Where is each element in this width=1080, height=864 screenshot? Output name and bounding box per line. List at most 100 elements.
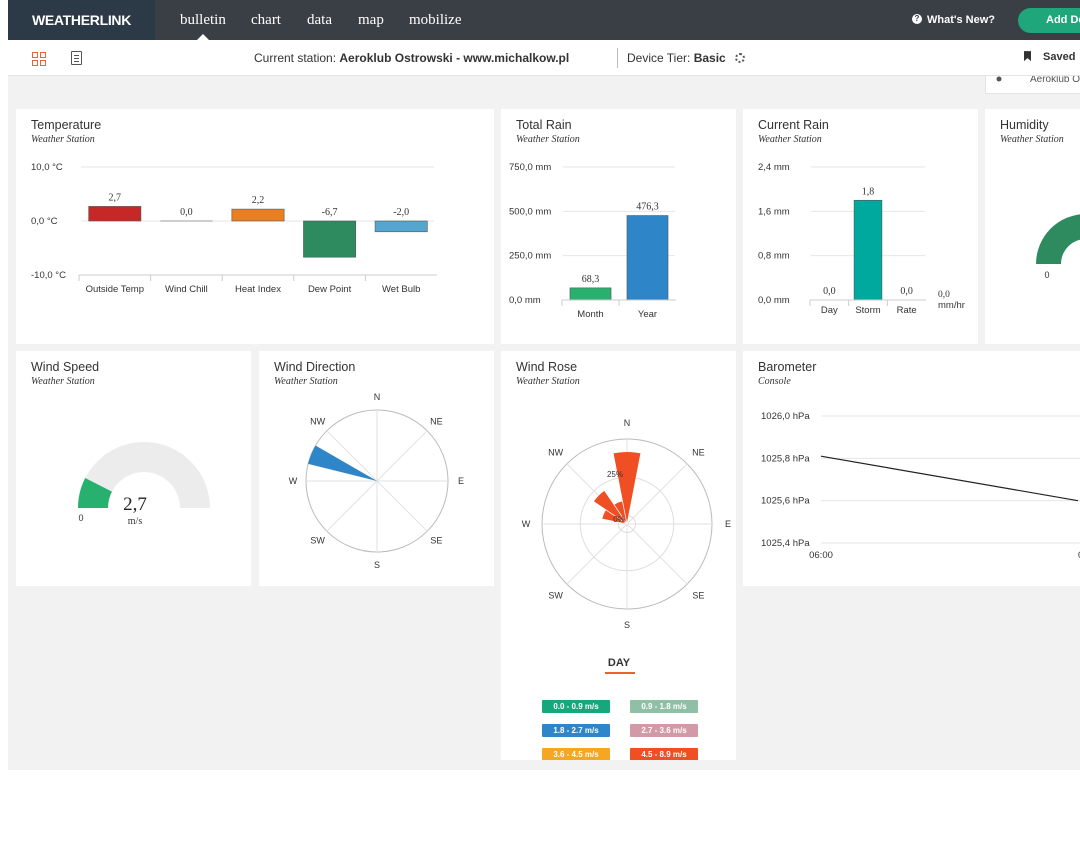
bar-heat-index [231, 208, 285, 222]
y-tick-label: 250,0 mm [509, 251, 551, 262]
add-device-button[interactable]: Add De [1018, 8, 1080, 33]
question-icon: ? [912, 14, 922, 25]
temperature-chart: 10,0 °C 0,0 °C -10,0 °C 2,7 Outside Temp 0,0 W… [31, 162, 437, 295]
y-tick-label: 10,0 °C [31, 162, 63, 173]
app-root: WEATHERLINK bulletin chart data map mobi… [8, 0, 1080, 770]
total-rain-card[interactable]: Total Rain Weather Station 750,0 mm 500,0… [501, 109, 736, 344]
wind-rose-chart: N NE E SE S SW W NW 25% 0% [522, 418, 731, 630]
nav-map[interactable]: map [358, 0, 384, 40]
compass-label-se: SE [692, 590, 704, 600]
data-label: 0,0 [180, 207, 193, 218]
wind-speed-card[interactable]: Wind Speed Weather Station 2,7 m/s 0 [16, 351, 251, 586]
category-label: Wet Bulb [382, 284, 420, 295]
category-label: Dew Point [308, 284, 352, 295]
period-tab-day[interactable]: DAY [501, 657, 736, 669]
compass-label-w: W [522, 519, 531, 529]
location-pin-icon [996, 76, 1002, 82]
compass-label-e: E [458, 476, 464, 486]
top-nav: WEATHERLINK bulletin chart data map mobi… [8, 0, 1080, 40]
nav-mobilize[interactable]: mobilize [409, 0, 462, 40]
compass-spoke [376, 480, 428, 532]
nav-chart[interactable]: chart [251, 0, 281, 40]
current-station: Current station: Aeroklub Ostrowski - ww… [254, 51, 569, 65]
list-view-icon[interactable] [71, 51, 82, 65]
legend-chip[interactable]: 0.9 - 1.8 m/s [630, 700, 698, 713]
temperature-card[interactable]: Temperature Weather Station 10,0 °C 0,0 °… [16, 109, 494, 344]
nav-data[interactable]: data [307, 0, 332, 40]
wind-speed-unit: m/s [128, 516, 143, 527]
category-label: Heat Index [235, 284, 281, 295]
compass-label-ne: NE [692, 448, 705, 458]
bar-dew-point [303, 220, 357, 258]
station-popup-text: Aeroklub O [1030, 76, 1080, 85]
barometer-card[interactable]: Barometer Console 1026,0 hPa 1025,8 hPa 10… [743, 351, 1080, 586]
y-tick-label: 1025,8 hPa [761, 453, 810, 464]
compass-label-w: W [289, 476, 298, 486]
wind-speed-min-label: 0 [78, 513, 83, 523]
wind-direction-card[interactable]: Wind Direction Weather Station N NE E SE S SW… [259, 351, 494, 586]
category-label: Rate [897, 305, 917, 316]
data-label: 0,0 [900, 286, 913, 297]
divider [617, 48, 618, 68]
data-label: 2,7 [109, 192, 122, 203]
rate-value: 0,0 [938, 290, 950, 300]
station-bar: Current station: Aeroklub Ostrowski - ww… [8, 40, 1080, 76]
current-rain-card[interactable]: Current Rain Weather Station 2,4 mm 1,6 m… [743, 109, 978, 344]
legend-chip[interactable]: 1.8 - 2.7 m/s [542, 724, 610, 737]
data-label: 68,3 [582, 274, 600, 285]
wind-direction-compass: N NE E SE S SW W NW [289, 392, 464, 570]
compass-label-n: N [624, 418, 631, 428]
y-tick-label: 2,4 mm [758, 162, 790, 173]
legend-chip[interactable]: 2.7 - 3.6 m/s [630, 724, 698, 737]
compass-spoke [566, 523, 628, 585]
compass-label-e: E [725, 519, 731, 529]
whats-new-link[interactable]: ? What's New? [912, 0, 995, 40]
total-rain-chart: 750,0 mm 500,0 mm 250,0 mm 0,0 mm 68,3 Month 4… [509, 162, 676, 320]
saved-label: Saved [1043, 51, 1076, 63]
data-label: 2,2 [252, 195, 265, 206]
rate-unit: mm/hr [938, 300, 965, 311]
barometer-line [820, 455, 1079, 502]
grid-view-icon[interactable] [32, 52, 46, 66]
y-tick-label: 750,0 mm [509, 162, 551, 173]
category-label: Wind Chill [165, 284, 208, 295]
station-name[interactable]: Aeroklub Ostrowski - www.michalkow.pl [339, 51, 569, 65]
y-tick-label: 1,6 mm [758, 206, 790, 217]
device-tier: Device Tier: Basic [627, 51, 746, 65]
category-label: Year [638, 309, 657, 320]
gear-icon[interactable] [735, 52, 746, 63]
y-tick-label: 0,0 mm [758, 295, 790, 306]
ring-label: 25% [607, 470, 623, 479]
wind-rose-card[interactable]: Wind Rose Weather Station N NE E SE S SW W NW 25… [501, 351, 736, 760]
legend-chip[interactable]: 4.5 - 8.9 m/s [630, 748, 698, 760]
bar-outside-temp [88, 206, 142, 222]
data-label: -6,7 [322, 207, 338, 218]
saved-button[interactable]: Saved [1024, 51, 1075, 63]
compass-spoke [626, 523, 688, 585]
compass-spoke [376, 430, 428, 482]
current-rain-chart: 2,4 mm 1,6 mm 0,8 mm 0,0 mm 0,0 Day 1,8 Storm 0,… [758, 162, 965, 316]
data-label: -2,0 [393, 207, 409, 218]
tier-value: Basic [693, 51, 726, 65]
bar-month [569, 287, 612, 301]
compass-label-sw: SW [310, 535, 325, 545]
compass-label-nw: NW [310, 417, 325, 427]
humidity-gauge-arc [1036, 214, 1080, 264]
category-label: Month [577, 309, 603, 320]
compass-label-n: N [374, 392, 381, 402]
legend-chip[interactable]: 3.6 - 4.5 m/s [542, 748, 610, 760]
ring-label: 0% [613, 515, 625, 524]
x-tick-label: 06:00 [809, 550, 833, 561]
wind-speed-value: 2,7 [123, 494, 147, 515]
compass-label-s: S [374, 560, 380, 570]
y-tick-label: 500,0 mm [509, 206, 551, 217]
legend-chip[interactable]: 0.0 - 0.9 m/s [542, 700, 610, 713]
tier-label: Device Tier: [627, 51, 691, 65]
weatherlink-logo[interactable]: WEATHERLINK [8, 0, 155, 40]
y-tick-label: 0,0 °C [31, 216, 58, 227]
bar-wet-bulb [374, 220, 428, 233]
period-tab-underline [605, 672, 635, 674]
bar-year [626, 215, 669, 301]
station-popup: Aeroklub O [985, 76, 1080, 94]
humidity-card[interactable]: Humidity Weather Station 0 [985, 109, 1080, 344]
